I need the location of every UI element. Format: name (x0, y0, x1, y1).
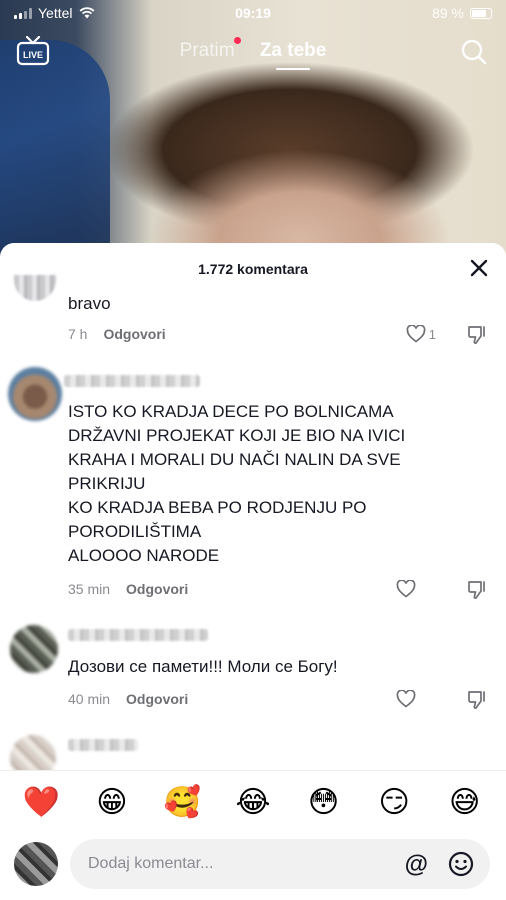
notification-dot (233, 37, 241, 44)
comment-meta: 40 min Odgovori (68, 691, 188, 707)
dislike-icon[interactable] (466, 689, 488, 711)
emoji-smiling-hearts[interactable]: 🥰 (160, 783, 204, 823)
like-button[interactable]: 1 (406, 325, 436, 343)
comment-input-row: @ (0, 839, 506, 889)
battery-percent: 89 % (432, 5, 464, 21)
tab-following-label: Pratim (179, 40, 235, 61)
feed-tabs: Pratim Za tebe (0, 37, 506, 70)
emoji-flushed[interactable]: 😳 (302, 783, 346, 823)
heart-outline-icon (396, 690, 416, 708)
avatar[interactable] (8, 367, 62, 421)
reply-button[interactable]: Odgovori (126, 581, 188, 597)
search-icon[interactable] (460, 38, 488, 66)
reply-button[interactable]: Odgovori (126, 691, 188, 707)
comment-time: 7 h (68, 326, 88, 342)
comment-item: Дозови се памети!!! Моли се Богу! 40 min… (0, 625, 506, 725)
username-redacted (68, 739, 138, 751)
current-user-avatar (14, 842, 58, 886)
comment-text: bravo (68, 294, 111, 313)
clock: 09:19 (235, 5, 271, 21)
comment-text: Дозови се памети!!! Моли се Богу! (68, 657, 338, 676)
comment-meta: 35 min Odgovori (68, 581, 188, 597)
dislike-icon[interactable] (466, 324, 488, 346)
mention-button[interactable]: @ (405, 851, 428, 879)
comment-text: ISTO KO KRADJA DECE PO BOLNICAMA DRŽAVNI… (68, 402, 406, 565)
emoji-tears-of-joy[interactable]: 😂 (231, 783, 275, 823)
active-tab-indicator (276, 67, 310, 70)
reply-button[interactable]: Odgovori (103, 326, 165, 342)
like-button[interactable] (396, 580, 416, 598)
comment-time: 40 min (68, 691, 111, 707)
like-button[interactable] (396, 690, 416, 708)
comment-item: ISTO KO KRADJA DECE PO BOLNICAMA DRŽAVNI… (0, 367, 506, 607)
comment-item (0, 735, 506, 781)
tab-following[interactable]: Pratim (179, 37, 241, 62)
comment-input-box[interactable]: @ (70, 839, 490, 889)
username-redacted (64, 375, 200, 387)
emoji-smirk[interactable]: 😏 (372, 783, 416, 823)
heart-outline-icon (406, 325, 426, 343)
emoji-grinning[interactable]: 😁 (90, 783, 134, 823)
tab-for-you-label: Za tebe (259, 40, 327, 61)
username-redacted (68, 629, 208, 641)
comment-input[interactable] (88, 839, 368, 889)
comment-meta: 7 h Odgovori (68, 326, 166, 342)
tab-for-you[interactable]: Za tebe (259, 40, 327, 70)
status-bar: Yettel 09:19 89 % (0, 0, 506, 26)
battery-icon (470, 7, 492, 19)
emoji-red-heart[interactable]: ❤️ (19, 783, 63, 823)
avatar[interactable] (10, 625, 58, 673)
heart-outline-icon (396, 580, 416, 598)
quick-emoji-row: ❤️ 😁 🥰 😂 😳 😏 😅 (0, 783, 506, 823)
status-right: 89 % (432, 5, 492, 21)
comment-time: 35 min (68, 581, 111, 597)
dislike-icon[interactable] (466, 579, 488, 601)
like-count: 1 (428, 326, 436, 342)
close-icon[interactable] (468, 257, 490, 279)
avatar[interactable] (14, 275, 56, 301)
comments-count-title: 1.772 komentara (198, 261, 308, 277)
comment-item: bravo 7 h Odgovori 1 (0, 275, 506, 353)
top-nav: LIVE Pratim Za tebe (0, 28, 506, 76)
emoji-picker-icon[interactable] (448, 851, 474, 877)
emoji-sweat-smile[interactable]: 😅 (443, 783, 487, 823)
comment-composer: ❤️ 😁 🥰 😂 😳 😏 😅 @ (0, 770, 506, 900)
